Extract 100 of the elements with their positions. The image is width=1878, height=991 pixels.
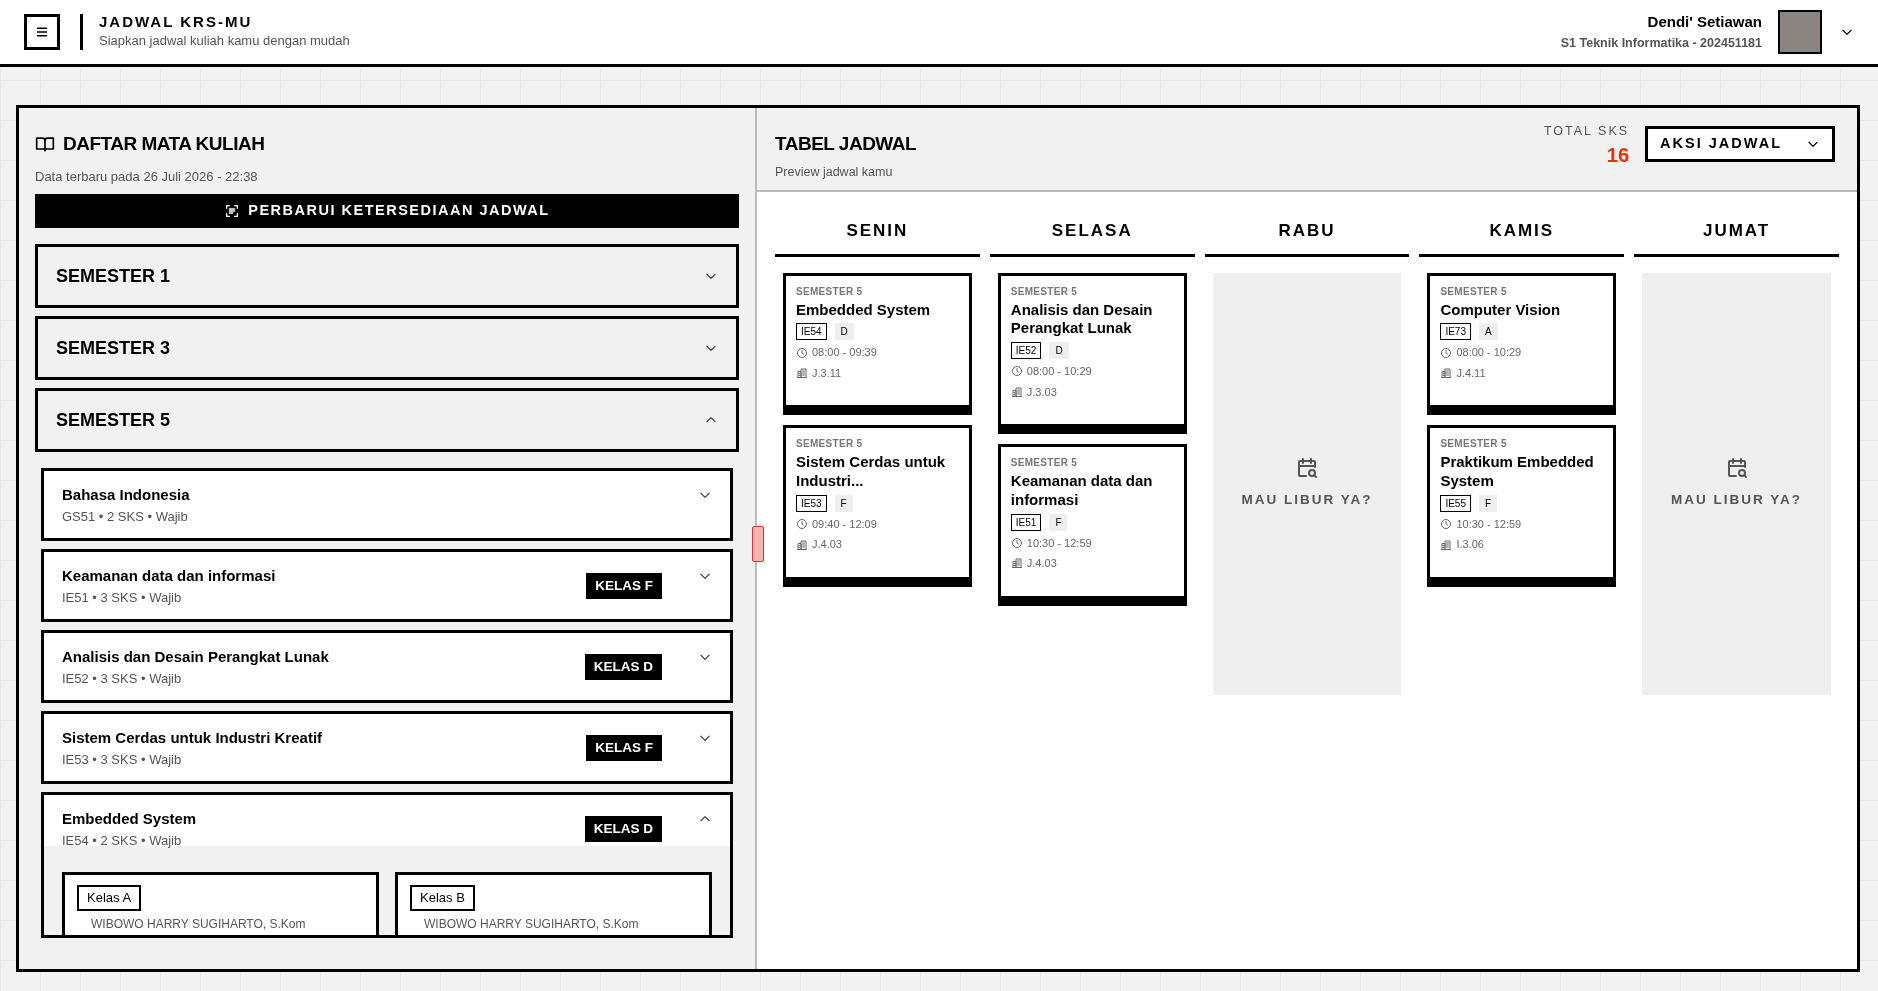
- time-text: 10:30 - 12:59: [1026, 535, 1092, 551]
- room-text: J.4.03: [812, 537, 842, 553]
- app-title: JADWAL KRS-MU: [99, 13, 254, 32]
- course-meta: IE54 • 2 SKS • Wajib: [62, 831, 183, 850]
- semester-label: SEMESTER 5: [796, 437, 864, 452]
- clock-icon: [796, 518, 808, 530]
- semester-label: SEMESTER 5: [1440, 284, 1508, 299]
- building-icon: [1440, 538, 1453, 551]
- course-name: Sistem Cerdas untuk Industri...: [796, 453, 947, 491]
- panel-title: DAFTAR MATA KULIAH: [63, 132, 265, 156]
- time-text: 09:40 - 12:09: [812, 516, 877, 532]
- semester-label: SEMESTER 5: [1440, 437, 1508, 452]
- class-tag: F: [1049, 513, 1068, 531]
- course-name: Computer Vision: [1440, 300, 1562, 320]
- time-text: 08:00 - 10:29: [1456, 345, 1522, 361]
- lecturer-name: WIBOWO HARRY SUGIHARTO, S.Kom: [423, 915, 640, 933]
- course-name: Embedded System: [62, 809, 198, 829]
- panel-subtitle: Preview jadwal kamu: [775, 163, 894, 181]
- refresh-button[interactable]: PERBARUI KETERSEDIAAN JADWAL: [35, 194, 739, 228]
- schedule-card[interactable]: SEMESTER 5 Sistem Cerdas untuk Industri... IE53 F 09:40 - 12:09 J.4.03: [783, 425, 972, 587]
- course-code: IE53: [796, 494, 827, 512]
- update-info: Data terbaru pada 26 Juli 2026 - 22:38: [35, 167, 259, 186]
- class-option-card[interactable]: Kelas A WIBOWO HARRY SUGIHARTO, S.Kom: [62, 872, 379, 935]
- course-name: Keamanan data dan informasi: [62, 566, 277, 586]
- clock-icon: [1440, 518, 1453, 530]
- empty-day-text: MAU LIBUR YA?: [1241, 491, 1373, 510]
- semester-label: SEMESTER 5: [1010, 456, 1079, 470]
- building-icon: [796, 367, 808, 379]
- day-header: RABU: [1204, 218, 1410, 257]
- time-text: 08:00 - 09:39: [812, 345, 877, 361]
- clock-icon: [1440, 346, 1453, 359]
- class-tag: F: [834, 494, 853, 512]
- panel-title: TABEL JADWAL: [775, 132, 918, 156]
- class-label: Kelas B: [410, 885, 475, 911]
- course-meta: IE53 • 3 SKS • Wajib: [62, 750, 183, 769]
- class-badge: KELAS D: [584, 653, 662, 681]
- course-name: Analisis dan Desain Perangkat Lunak: [62, 647, 330, 667]
- class-option-card[interactable]: Kelas B WIBOWO HARRY SUGIHARTO, S.Kom: [395, 872, 712, 935]
- clock-icon: [1010, 536, 1023, 549]
- semester-label: SEMESTER 5: [1010, 284, 1079, 299]
- room-text: J.3.11: [812, 365, 842, 381]
- course-name: Sistem Cerdas untuk Industri Kreatif: [62, 728, 324, 748]
- day-header: SENIN: [775, 218, 980, 257]
- building-icon: [1440, 367, 1453, 379]
- course-name: Bahasa Indonesia: [62, 485, 191, 505]
- lecturer-name: WIBOWO HARRY SUGIHARTO, S.Kom: [90, 915, 307, 933]
- class-tag: D: [834, 323, 854, 341]
- schedule-card[interactable]: SEMESTER 5 Analisis dan Desain Perangkat Lunak IE52 D 08:00 - 10:29 J.3.03: [997, 272, 1187, 434]
- room-text: I.3.06: [1456, 537, 1484, 553]
- room-text: J.3.03: [1026, 384, 1057, 400]
- clock-icon: [796, 346, 808, 359]
- class-tag: D: [1049, 342, 1069, 359]
- course-name: Analisis dan Desain Perangkat Lunak: [1010, 300, 1154, 338]
- course-code: IE55: [1440, 494, 1471, 512]
- schedule-card[interactable]: SEMESTER 5 Embedded System IE54 D 08:00 - 09:39 J.3.11: [783, 272, 972, 416]
- user-program: S1 Teknik Informatika - 202451181: [1560, 34, 1762, 52]
- semester-label: SEMESTER 5: [796, 284, 864, 299]
- building-icon: [1010, 557, 1023, 570]
- class-badge: KELAS D: [584, 815, 662, 843]
- empty-day-text: MAU LIBUR YA?: [1671, 491, 1803, 510]
- semester-header[interactable]: SEMESTER 3: [35, 316, 739, 380]
- course-name: Praktikum Embedded System: [1440, 453, 1595, 491]
- course-code: IE52: [1010, 342, 1042, 359]
- total-label: TOTAL SKS: [1543, 123, 1630, 140]
- calendar-search-icon: [1295, 456, 1319, 481]
- scan-icon: [224, 203, 241, 219]
- room-text: J.4.03: [1026, 556, 1057, 571]
- class-tag: F: [1478, 494, 1498, 512]
- day-header: SELASA: [989, 218, 1195, 257]
- class-badge: KELAS F: [586, 734, 662, 762]
- class-label: Kelas A: [77, 885, 142, 911]
- course-code: IE51: [1010, 513, 1042, 531]
- resize-handle[interactable]: [752, 526, 764, 562]
- class-tag: A: [1478, 323, 1498, 341]
- total-value: 16: [1605, 144, 1630, 165]
- user-name: Dendi' Setiawan: [1646, 12, 1762, 33]
- action-button[interactable]: AKSI JADWAL: [1645, 126, 1835, 162]
- building-icon: [1010, 385, 1023, 398]
- course-meta: GS51 • 2 SKS • Wajib: [62, 507, 189, 526]
- course-name: Keamanan data dan informasi: [1010, 472, 1154, 510]
- course-name: Embedded System: [796, 300, 932, 320]
- day-header: KAMIS: [1419, 218, 1625, 257]
- menu-button[interactable]: [24, 14, 60, 50]
- course-meta: IE51 • 3 SKS • Wajib: [62, 588, 183, 607]
- schedule-card[interactable]: SEMESTER 5 Praktikum Embedded System IE55 F 10:30 - 12:59 I.3.06: [1427, 425, 1617, 587]
- schedule-card[interactable]: SEMESTER 5 Computer Vision IE73 A 08:00 - 10:29 J.4.11: [1427, 272, 1617, 416]
- time-text: 08:00 - 10:29: [1026, 364, 1092, 379]
- schedule-card[interactable]: SEMESTER 5 Keamanan data dan informasi IE51 F 10:30 - 12:59 J.4.03: [997, 444, 1187, 606]
- semester-header[interactable]: SEMESTER 5: [35, 388, 739, 452]
- room-text: J.4.11: [1456, 365, 1486, 381]
- app-subtitle: Siapkan jadwal kuliah kamu dengan mudah: [99, 32, 350, 51]
- day-header: JUMAT: [1634, 218, 1839, 257]
- avatar-placeholder: [1778, 10, 1822, 54]
- semester-header[interactable]: SEMESTER 1: [35, 244, 739, 308]
- building-icon: [796, 538, 808, 551]
- clock-icon: [1010, 365, 1023, 378]
- course-meta: IE52 • 3 SKS • Wajib: [62, 669, 183, 688]
- course-code: IE54: [796, 323, 827, 341]
- course-code: IE73: [1440, 323, 1471, 341]
- time-text: 10:30 - 12:59: [1456, 516, 1522, 532]
